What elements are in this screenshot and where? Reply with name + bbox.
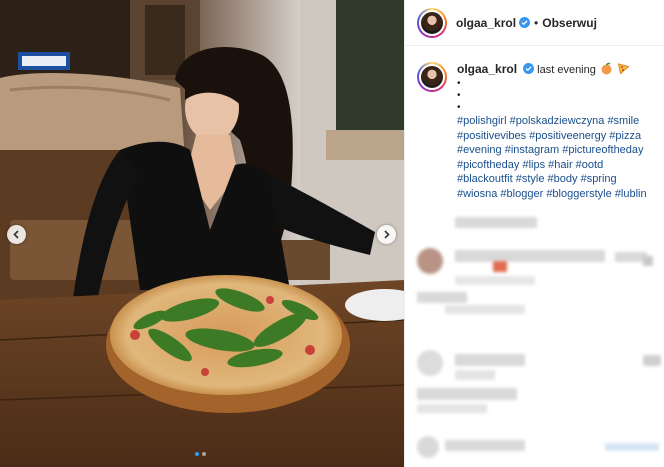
hashtag-link[interactable]: #blogger	[500, 188, 543, 200]
blurred-text	[455, 354, 525, 366]
hashtag-link[interactable]: #picoftheday	[457, 159, 519, 171]
caption-username-link[interactable]: olgaa_krol	[457, 62, 517, 76]
carousel-next-button[interactable]	[377, 225, 396, 244]
hashtag-link[interactable]: #smile	[607, 115, 639, 127]
username-link[interactable]: olgaa_krol	[456, 16, 516, 30]
verified-badge-icon	[523, 63, 535, 74]
caption-avatar[interactable]	[417, 62, 447, 92]
post-sidebar: olgaa_krol • Obserwuj olgaa_krol last ev…	[404, 0, 664, 467]
blurred-text	[445, 305, 525, 314]
chevron-left-icon	[13, 230, 19, 239]
post-photo[interactable]	[0, 0, 404, 467]
hashtag-link[interactable]: #instagram	[505, 144, 559, 156]
hashtag-link[interactable]: #blackoutfit	[457, 173, 513, 185]
blurred-like	[643, 355, 661, 366]
blurred-like	[643, 256, 653, 266]
blurred-emoji	[493, 261, 507, 272]
carousel-dot	[202, 452, 206, 456]
hashtag-link[interactable]: #lips	[522, 159, 545, 171]
hashtag-link[interactable]: #hair	[548, 159, 572, 171]
hashtag-link[interactable]: #pizza	[609, 130, 641, 142]
hashtag-link[interactable]: #positivevibes	[457, 130, 526, 142]
header-separator: •	[534, 15, 539, 30]
blurred-text	[455, 276, 535, 285]
post-header: olgaa_krol • Obserwuj	[405, 0, 664, 46]
verified-badge-icon	[519, 17, 531, 28]
blurred-avatar	[417, 248, 443, 274]
hashtag-link[interactable]: #polskadziewczyna	[510, 115, 605, 127]
carousel-dot	[195, 452, 199, 456]
hashtag-list: #polishgirl #polskadziewczyna #smile #po…	[457, 114, 657, 201]
chevron-right-icon	[384, 230, 390, 239]
hashtag-link[interactable]: #wiosna	[457, 188, 497, 200]
blurred-text	[445, 440, 525, 451]
carousel-indicator	[195, 452, 206, 456]
hashtag-link[interactable]: #lublin	[615, 188, 647, 200]
hashtag-link[interactable]: #body	[548, 173, 578, 185]
hashtag-link[interactable]: #polishgirl	[457, 115, 507, 127]
blurred-avatar	[417, 350, 443, 376]
avatar[interactable]	[417, 7, 447, 38]
hashtag-link[interactable]: #style	[516, 173, 545, 185]
carousel-prev-button[interactable]	[7, 225, 26, 244]
peach-emoji-icon	[601, 62, 612, 75]
pizza-emoji-icon	[617, 63, 630, 75]
blurred-text	[455, 370, 495, 380]
blurred-link	[605, 443, 659, 451]
caption-bullet: •	[457, 90, 461, 101]
hashtag-link[interactable]: #evening	[457, 144, 502, 156]
caption-bullet: •	[457, 78, 461, 89]
hashtag-link[interactable]: #spring	[581, 173, 617, 185]
blurred-text	[455, 250, 605, 262]
caption-text: last evening	[537, 64, 596, 76]
blurred-text	[417, 292, 467, 303]
hashtag-link[interactable]: #positiveenergy	[529, 130, 606, 142]
blurred-text	[417, 388, 517, 400]
blurred-text	[417, 404, 487, 413]
follow-button[interactable]: Obserwuj	[542, 16, 597, 30]
photo-image	[0, 0, 404, 467]
blurred-avatar	[417, 436, 439, 458]
post-caption: olgaa_krol last evening • • • #polishgir…	[417, 62, 661, 201]
hashtag-link[interactable]: #ootd	[576, 159, 604, 171]
blurred-text	[455, 217, 537, 228]
caption-bullet: •	[457, 102, 461, 113]
hashtag-link[interactable]: #pictureoftheday	[562, 144, 643, 156]
hashtag-link[interactable]: #bloggerstyle	[546, 188, 611, 200]
